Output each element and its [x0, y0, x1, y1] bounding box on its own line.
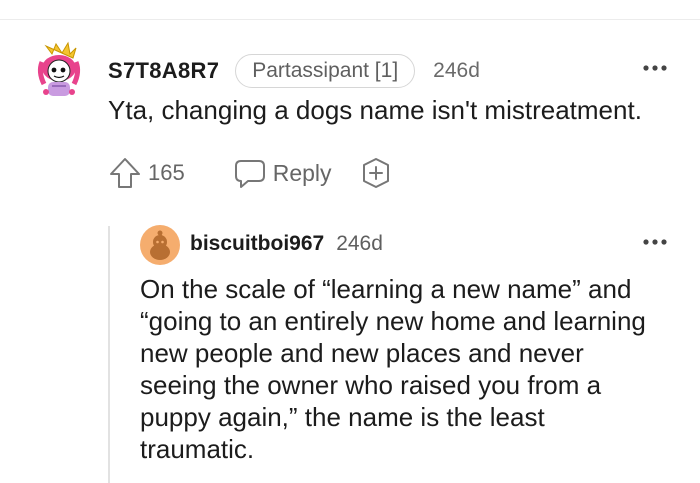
- reply-username[interactable]: biscuitboi967: [190, 232, 324, 256]
- thread-line[interactable]: [108, 226, 110, 483]
- user-avatar-icon[interactable]: [140, 225, 180, 265]
- comment-username[interactable]: S7T8A8R7: [108, 58, 219, 84]
- ellipsis-icon[interactable]: [638, 232, 672, 252]
- speech-bubble-icon: [234, 160, 265, 188]
- comment-body: Yta, changing a dogs name isn't mistreat…: [108, 95, 642, 125]
- reply-body-line: “going to an entirely new home and learn…: [140, 306, 646, 336]
- reply-body: On the scale of “learning a new name” an…: [140, 273, 680, 465]
- top-divider: [0, 19, 700, 20]
- upvote-icon[interactable]: [108, 156, 142, 190]
- ellipsis-icon[interactable]: [638, 58, 672, 78]
- comment-header: S7T8A8R7 Partassipant [1] 246d: [108, 52, 480, 90]
- user-flair: Partassipant [1]: [235, 54, 416, 88]
- reply-button[interactable]: Reply: [233, 157, 332, 189]
- award-plus-icon[interactable]: [360, 157, 392, 189]
- comment-actions: 165 Reply: [108, 154, 392, 192]
- reply-header: biscuitboi967 246d: [190, 229, 383, 259]
- reply-body-line: new people and new places and never: [140, 338, 584, 368]
- reply-body-line: traumatic.: [140, 434, 255, 464]
- reply-body-line: On the scale of “learning a new name” an…: [140, 274, 632, 304]
- reply-body-line: seeing the owner who raised you from a: [140, 370, 602, 400]
- reply-age: 246d: [336, 232, 383, 255]
- reply-label: Reply: [272, 159, 332, 186]
- vote-count: 165: [148, 160, 185, 185]
- reply-body-line: puppy again,” the name is the least: [140, 402, 545, 432]
- comment-age: 246d: [433, 59, 480, 82]
- user-avatar-icon[interactable]: [32, 40, 86, 100]
